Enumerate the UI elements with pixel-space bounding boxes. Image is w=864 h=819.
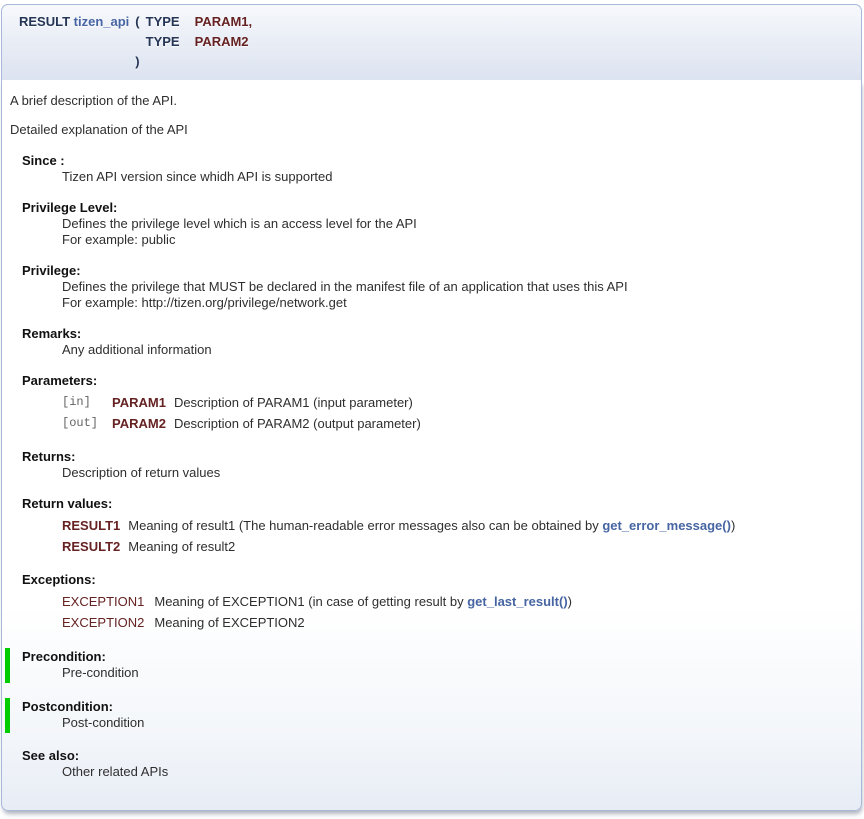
return-value-description: Meaning of result1 (The human-readable e…	[128, 515, 739, 536]
return-values-table: RESULT1 Meaning of result1 (The human-re…	[62, 515, 739, 557]
signature-empty-cell	[132, 32, 142, 52]
return-value-name: RESULT2	[62, 536, 128, 557]
return-value-desc-text: Meaning of result1 (The human-readable e…	[128, 518, 602, 533]
exceptions-title: Exceptions:	[22, 572, 851, 588]
param-direction: [in]	[62, 392, 112, 413]
section-returns: Returns: Description of return values	[10, 449, 851, 481]
exception-name: EXCEPTION2	[62, 612, 154, 633]
privilege-level-line1: Defines the privilege level which is an …	[62, 216, 851, 232]
return-values-content: RESULT1 Meaning of result1 (The human-re…	[62, 515, 851, 557]
postcondition-title: Postcondition:	[22, 699, 851, 715]
section-see-also: See also: Other related APIs	[10, 748, 851, 780]
open-paren: (	[132, 12, 142, 32]
api-doc-card: RESULT tizen_api ( TYPE PARAM1, TYPE PAR…	[1, 4, 862, 811]
section-return-values: Return values: RESULT1 Meaning of result…	[10, 496, 851, 557]
signature-empty-cell	[16, 32, 132, 52]
return-type-label: RESULT	[19, 14, 70, 29]
precondition-title: Precondition:	[22, 649, 851, 665]
since-title: Since :	[22, 153, 851, 169]
function-name-link[interactable]: tizen_api	[74, 14, 130, 29]
exception-description: Meaning of EXCEPTION2	[154, 612, 576, 633]
get-last-result-link[interactable]: get_last_result()	[467, 594, 567, 609]
section-parameters: Parameters: [in] PARAM1 Description of P…	[10, 373, 851, 434]
privilege-title: Privilege:	[22, 263, 851, 279]
page: RESULT tizen_api ( TYPE PARAM1, TYPE PAR…	[0, 0, 864, 819]
return-value-description: Meaning of result2	[128, 536, 739, 557]
section-since: Since : Tizen API version since whidh AP…	[10, 153, 851, 185]
privilege-level-line2: For example: public	[62, 232, 851, 248]
exception-description: Meaning of EXCEPTION1 (in case of gettin…	[154, 591, 576, 612]
brief-description: A brief description of the API.	[10, 93, 851, 109]
parameters-content: [in] PARAM1 Description of PARAM1 (input…	[62, 392, 851, 434]
param-row: [out] PARAM2 Description of PARAM2 (outp…	[62, 413, 425, 434]
get-error-message-link[interactable]: get_error_message()	[602, 518, 731, 533]
exception-name: EXCEPTION1	[62, 591, 154, 612]
see-also-content: Other related APIs	[62, 764, 851, 780]
param-description: Description of PARAM1 (input parameter)	[174, 392, 425, 413]
privilege-line1: Defines the privilege that MUST be decla…	[62, 279, 851, 295]
return-values-title: Return values:	[22, 496, 851, 512]
returns-title: Returns:	[22, 449, 851, 465]
privilege-line2: For example: http://tizen.org/privilege/…	[62, 295, 851, 311]
close-paren: )	[132, 52, 142, 72]
section-privilege: Privilege: Defines the privilege that MU…	[10, 263, 851, 311]
since-content: Tizen API version since whidh API is sup…	[62, 169, 851, 185]
param-2-type: TYPE	[143, 32, 192, 52]
section-remarks: Remarks: Any additional information	[10, 326, 851, 358]
doc-body: A brief description of the API. Detailed…	[1, 80, 862, 811]
return-value-row: RESULT2 Meaning of result2	[62, 536, 739, 557]
param-name: PARAM2	[112, 413, 174, 434]
return-value-name: RESULT1	[62, 515, 128, 536]
see-also-title: See also:	[22, 748, 851, 764]
parameters-table: [in] PARAM1 Description of PARAM1 (input…	[62, 392, 425, 434]
section-postcondition: Postcondition: Post-condition	[5, 698, 851, 733]
param-direction: [out]	[62, 413, 112, 434]
param-name: PARAM1	[112, 392, 174, 413]
param-description: Description of PARAM2 (output parameter)	[174, 413, 425, 434]
signature-empty-cell	[192, 52, 256, 72]
function-signature-header: RESULT tizen_api ( TYPE PARAM1, TYPE PAR…	[1, 4, 862, 80]
return-value-desc-tail: )	[731, 518, 735, 533]
remarks-content: Any additional information	[62, 342, 851, 358]
exception-desc-text: Meaning of EXCEPTION2	[154, 615, 304, 630]
signature-row-3: )	[16, 52, 255, 72]
param-1-type: TYPE	[143, 12, 192, 32]
section-precondition: Precondition: Pre-condition	[5, 648, 851, 683]
param-row: [in] PARAM1 Description of PARAM1 (input…	[62, 392, 425, 413]
precondition-content: Pre-condition	[62, 665, 851, 681]
signature-row-2: TYPE PARAM2	[16, 32, 255, 52]
param-1-name: PARAM1,	[192, 12, 256, 32]
param-2-name: PARAM2	[192, 32, 256, 52]
exception-row: EXCEPTION1 Meaning of EXCEPTION1 (in cas…	[62, 591, 576, 612]
signature-row-1: RESULT tizen_api ( TYPE PARAM1,	[16, 12, 255, 32]
remarks-title: Remarks:	[22, 326, 851, 342]
signature-table: RESULT tizen_api ( TYPE PARAM1, TYPE PAR…	[16, 12, 255, 72]
return-value-desc-text: Meaning of result2	[128, 539, 235, 554]
exception-desc-tail: )	[568, 594, 572, 609]
section-privilege-level: Privilege Level: Defines the privilege l…	[10, 200, 851, 248]
postcondition-content: Post-condition	[62, 715, 851, 731]
signature-empty-cell	[143, 52, 192, 72]
signature-empty-cell	[16, 52, 132, 72]
exception-desc-text: Meaning of EXCEPTION1 (in case of gettin…	[154, 594, 467, 609]
privilege-level-title: Privilege Level:	[22, 200, 851, 216]
section-exceptions: Exceptions: EXCEPTION1 Meaning of EXCEPT…	[10, 572, 851, 633]
returns-content: Description of return values	[62, 465, 851, 481]
exceptions-table: EXCEPTION1 Meaning of EXCEPTION1 (in cas…	[62, 591, 576, 633]
parameters-title: Parameters:	[22, 373, 851, 389]
detailed-description: Detailed explanation of the API	[10, 122, 851, 138]
exception-row: EXCEPTION2 Meaning of EXCEPTION2	[62, 612, 576, 633]
exceptions-content: EXCEPTION1 Meaning of EXCEPTION1 (in cas…	[62, 591, 851, 633]
signature-memname-cell: RESULT tizen_api	[16, 12, 132, 32]
return-value-row: RESULT1 Meaning of result1 (The human-re…	[62, 515, 739, 536]
